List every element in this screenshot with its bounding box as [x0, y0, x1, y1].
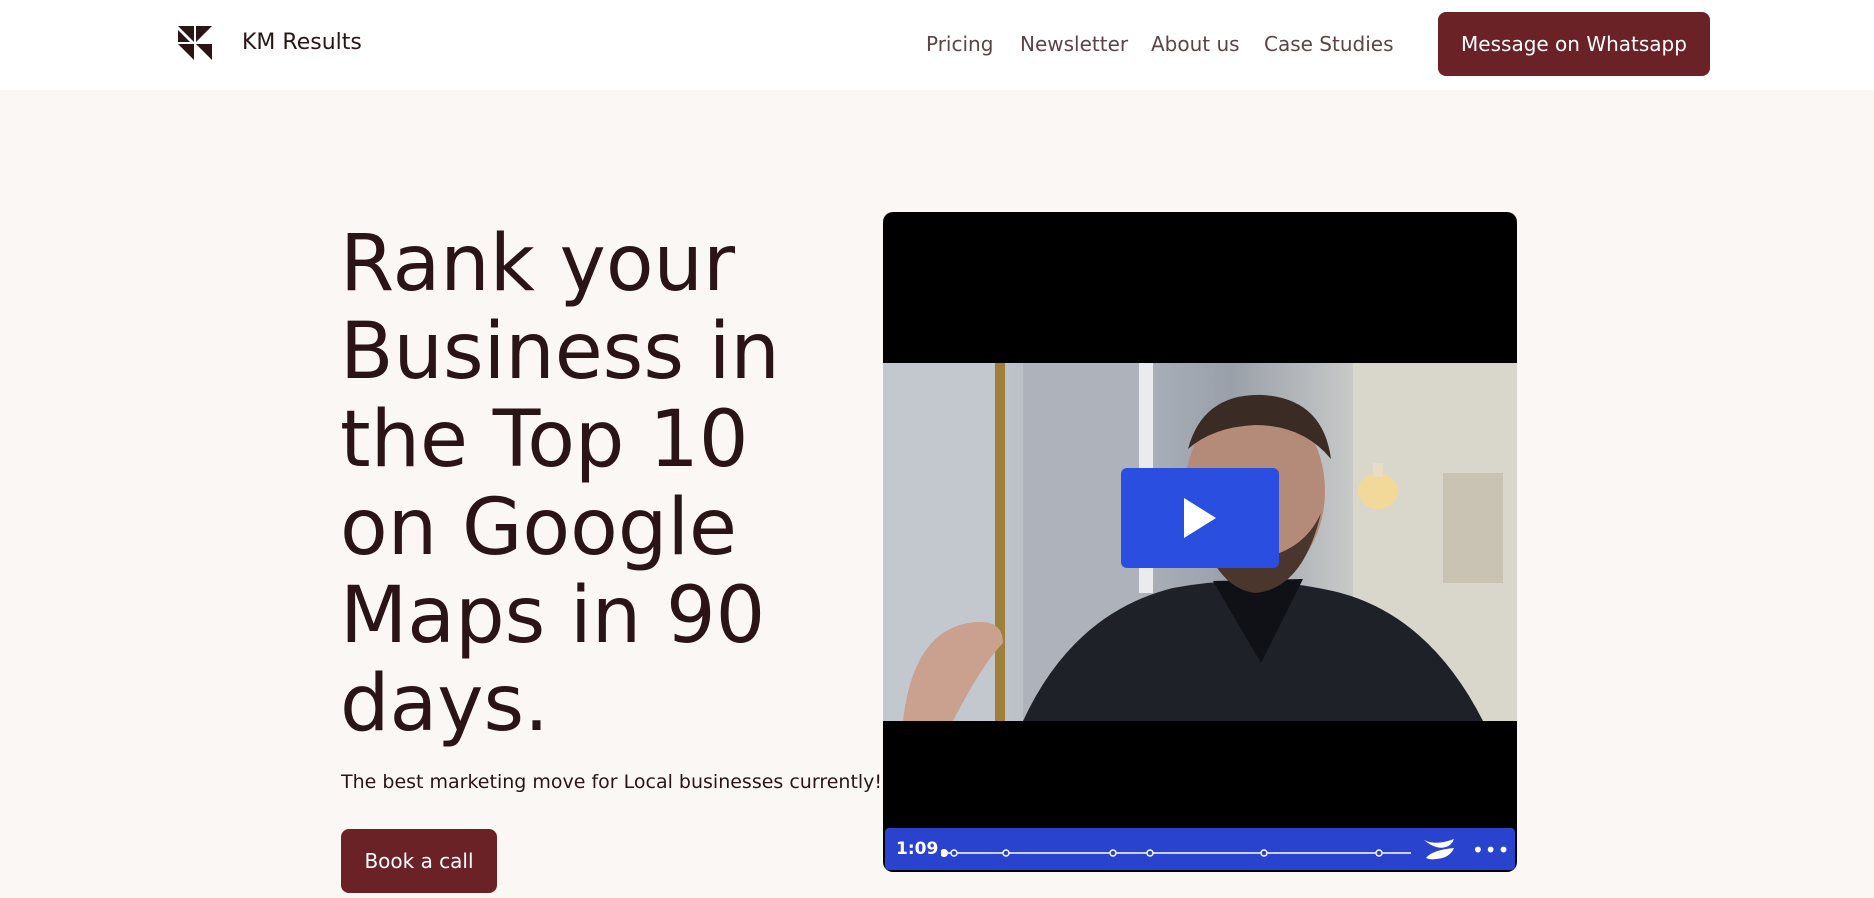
hero-title-line: Maps in 90 [340, 571, 766, 661]
site-header: KM Results Pricing Newsletter About us C… [0, 0, 1874, 90]
km-results-logo-icon[interactable] [178, 26, 214, 62]
more-options-icon[interactable]: ••• [1472, 838, 1510, 862]
message-on-whatsapp-button[interactable]: Message on Whatsapp [1438, 12, 1710, 76]
nav-link-about-us[interactable]: About us [1151, 32, 1240, 56]
hero-subtitle: The best marketing move for Local busine… [341, 771, 883, 793]
video-duration: 1:09 [896, 839, 939, 859]
book-a-call-button[interactable]: Book a call [341, 829, 497, 893]
hero-title: Rank your Business in the Top 10 on Goog… [340, 220, 880, 748]
wistia-logo-icon[interactable] [1422, 836, 1456, 862]
nav-link-case-studies[interactable]: Case Studies [1264, 32, 1394, 56]
nav-link-newsletter[interactable]: Newsletter [1020, 32, 1128, 56]
nav-link-pricing[interactable]: Pricing [926, 32, 993, 56]
hero-title-line: the Top 10 [340, 395, 749, 485]
video-controls-bar[interactable]: 1:09 ••• [885, 828, 1515, 870]
hero-title-line: Rank your [340, 219, 736, 309]
hero-title-line: on Google [340, 483, 738, 573]
play-button[interactable] [1121, 468, 1279, 568]
hero-title-line: days. [340, 659, 549, 749]
brand-name[interactable]: KM Results [242, 30, 362, 55]
play-icon [1184, 498, 1216, 538]
video-progress-timeline[interactable] [941, 848, 1411, 858]
hero-title-line: Business in [340, 307, 780, 397]
video-player[interactable]: 1:09 ••• [883, 212, 1517, 872]
